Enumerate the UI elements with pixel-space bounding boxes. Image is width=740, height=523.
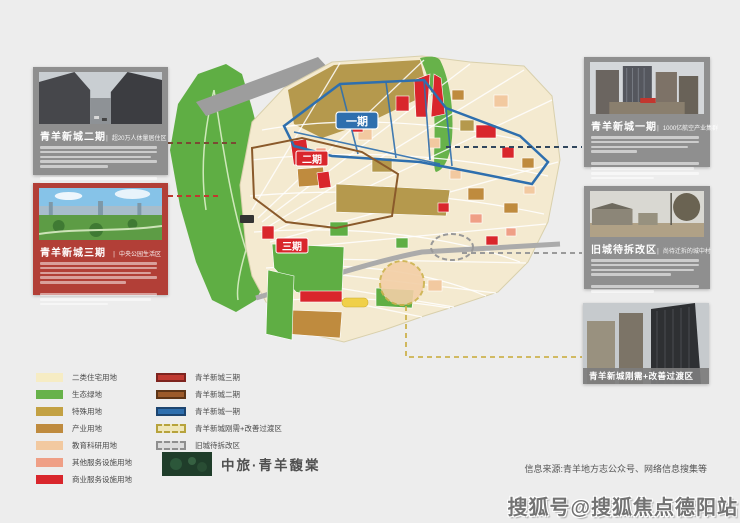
- photo-office-towers: [590, 62, 704, 114]
- card-tag: 中央公园生活区: [119, 249, 161, 258]
- legend-item: 产业用地: [36, 420, 132, 437]
- brand-logo: [162, 452, 212, 476]
- legend-swatch: [36, 441, 63, 450]
- legend-item: 青羊新城三期: [156, 369, 282, 386]
- svg-text:一期: 一期: [346, 114, 368, 128]
- legend-item: 二类住宅用地: [36, 369, 132, 386]
- photo-village-street: [590, 191, 704, 237]
- brand-name: 中旅·青羊馥棠: [221, 454, 321, 474]
- legend-item: 生态绿地: [36, 386, 132, 403]
- legend-item: 商业服务设施用地: [36, 471, 132, 488]
- legend-swatch: [36, 475, 63, 484]
- callout-card-phase2: 青羊新城二期 | 超20万人体量居住区: [33, 67, 168, 175]
- card-title: 青羊新城一期: [591, 118, 657, 133]
- legend-item: 教育科研用地: [36, 437, 132, 454]
- phase2-label: 二期: [296, 151, 328, 166]
- legend-label: 青羊新城刚需+改善过渡区: [195, 423, 282, 434]
- transition-zone-boundary: [380, 261, 424, 305]
- legend-land-use: 二类住宅用地 生态绿地 特殊用地 产业用地: [36, 369, 132, 488]
- legend-swatch: [36, 407, 63, 416]
- source-note: 信息来源:青羊地方志公众号、网络信息搜集等: [524, 462, 707, 475]
- callout-card-transition-zone: 青羊新城刚需+改善过渡区: [583, 303, 709, 384]
- card-body-textlines: [590, 259, 704, 293]
- poster-canvas: 一期 二期 三期: [0, 0, 740, 523]
- legend-label: 特殊用地: [72, 406, 102, 417]
- legend-swatch: [156, 390, 186, 399]
- legend-item: 其他服务设施用地: [36, 454, 132, 471]
- card-tag: 尚待迁拆的城中村: [663, 246, 711, 255]
- phase3-label: 三期: [276, 238, 308, 253]
- card-caption: 青羊新城刚需+改善过渡区: [583, 368, 709, 384]
- brand-block: 中旅·青羊馥棠: [162, 452, 321, 476]
- legend-label: 青羊新城二期: [195, 389, 240, 400]
- callout-card-phase1: 青羊新城一期 | 1000亿航空产业集群: [584, 57, 710, 167]
- svg-text:二期: 二期: [302, 153, 322, 166]
- legend-label: 青羊新城一期: [195, 406, 240, 417]
- legend-label: 二类住宅用地: [72, 372, 117, 383]
- photo-city-street: [39, 72, 162, 124]
- card-body-textlines: [590, 136, 704, 179]
- legend-item: 青羊新城一期: [156, 403, 282, 420]
- legend-swatch: [36, 373, 63, 382]
- legend-label: 青羊新城三期: [195, 372, 240, 383]
- svg-text:三期: 三期: [282, 240, 302, 253]
- legend-item: 青羊新城刚需+改善过渡区: [156, 420, 282, 437]
- card-title: 青羊新城二期: [40, 128, 106, 143]
- card-tag: 1000亿航空产业集群: [663, 123, 718, 132]
- card-title: 青羊新城三期: [40, 244, 106, 259]
- road-label-chip: [342, 298, 368, 307]
- legend-label: 产业用地: [72, 423, 102, 434]
- legend-label: 生态绿地: [72, 389, 102, 400]
- card-body-textlines: [39, 262, 162, 305]
- watermark: 搜狐号@搜狐焦点德阳站: [507, 491, 738, 520]
- legend-swatch: [36, 390, 63, 399]
- card-title: 旧城待拆改区: [591, 241, 657, 256]
- callout-card-oldtown: 旧城待拆改区 | 尚待迁拆的城中村: [584, 186, 710, 289]
- card-tag: 超20万人体量居住区: [112, 133, 167, 142]
- legend-label: 教育科研用地: [72, 440, 117, 451]
- legend-label: 旧城待拆改区: [195, 440, 240, 451]
- legend-swatch: [156, 407, 186, 416]
- callout-card-phase3: 青羊新城三期 | 中央公园生活区: [33, 183, 168, 295]
- legend-swatch: [156, 424, 186, 433]
- legend-swatch: [36, 458, 63, 467]
- legend-label: 商业服务设施用地: [72, 474, 132, 485]
- legend-swatch: [156, 373, 186, 382]
- photo-central-park: [39, 188, 162, 240]
- legend-swatch: [36, 424, 63, 433]
- legend-swatch: [156, 441, 186, 450]
- legend-item: 青羊新城二期: [156, 386, 282, 403]
- legend-label: 其他服务设施用地: [72, 457, 132, 468]
- legend-item: 特殊用地: [36, 403, 132, 420]
- phase1-label: 一期: [336, 112, 378, 129]
